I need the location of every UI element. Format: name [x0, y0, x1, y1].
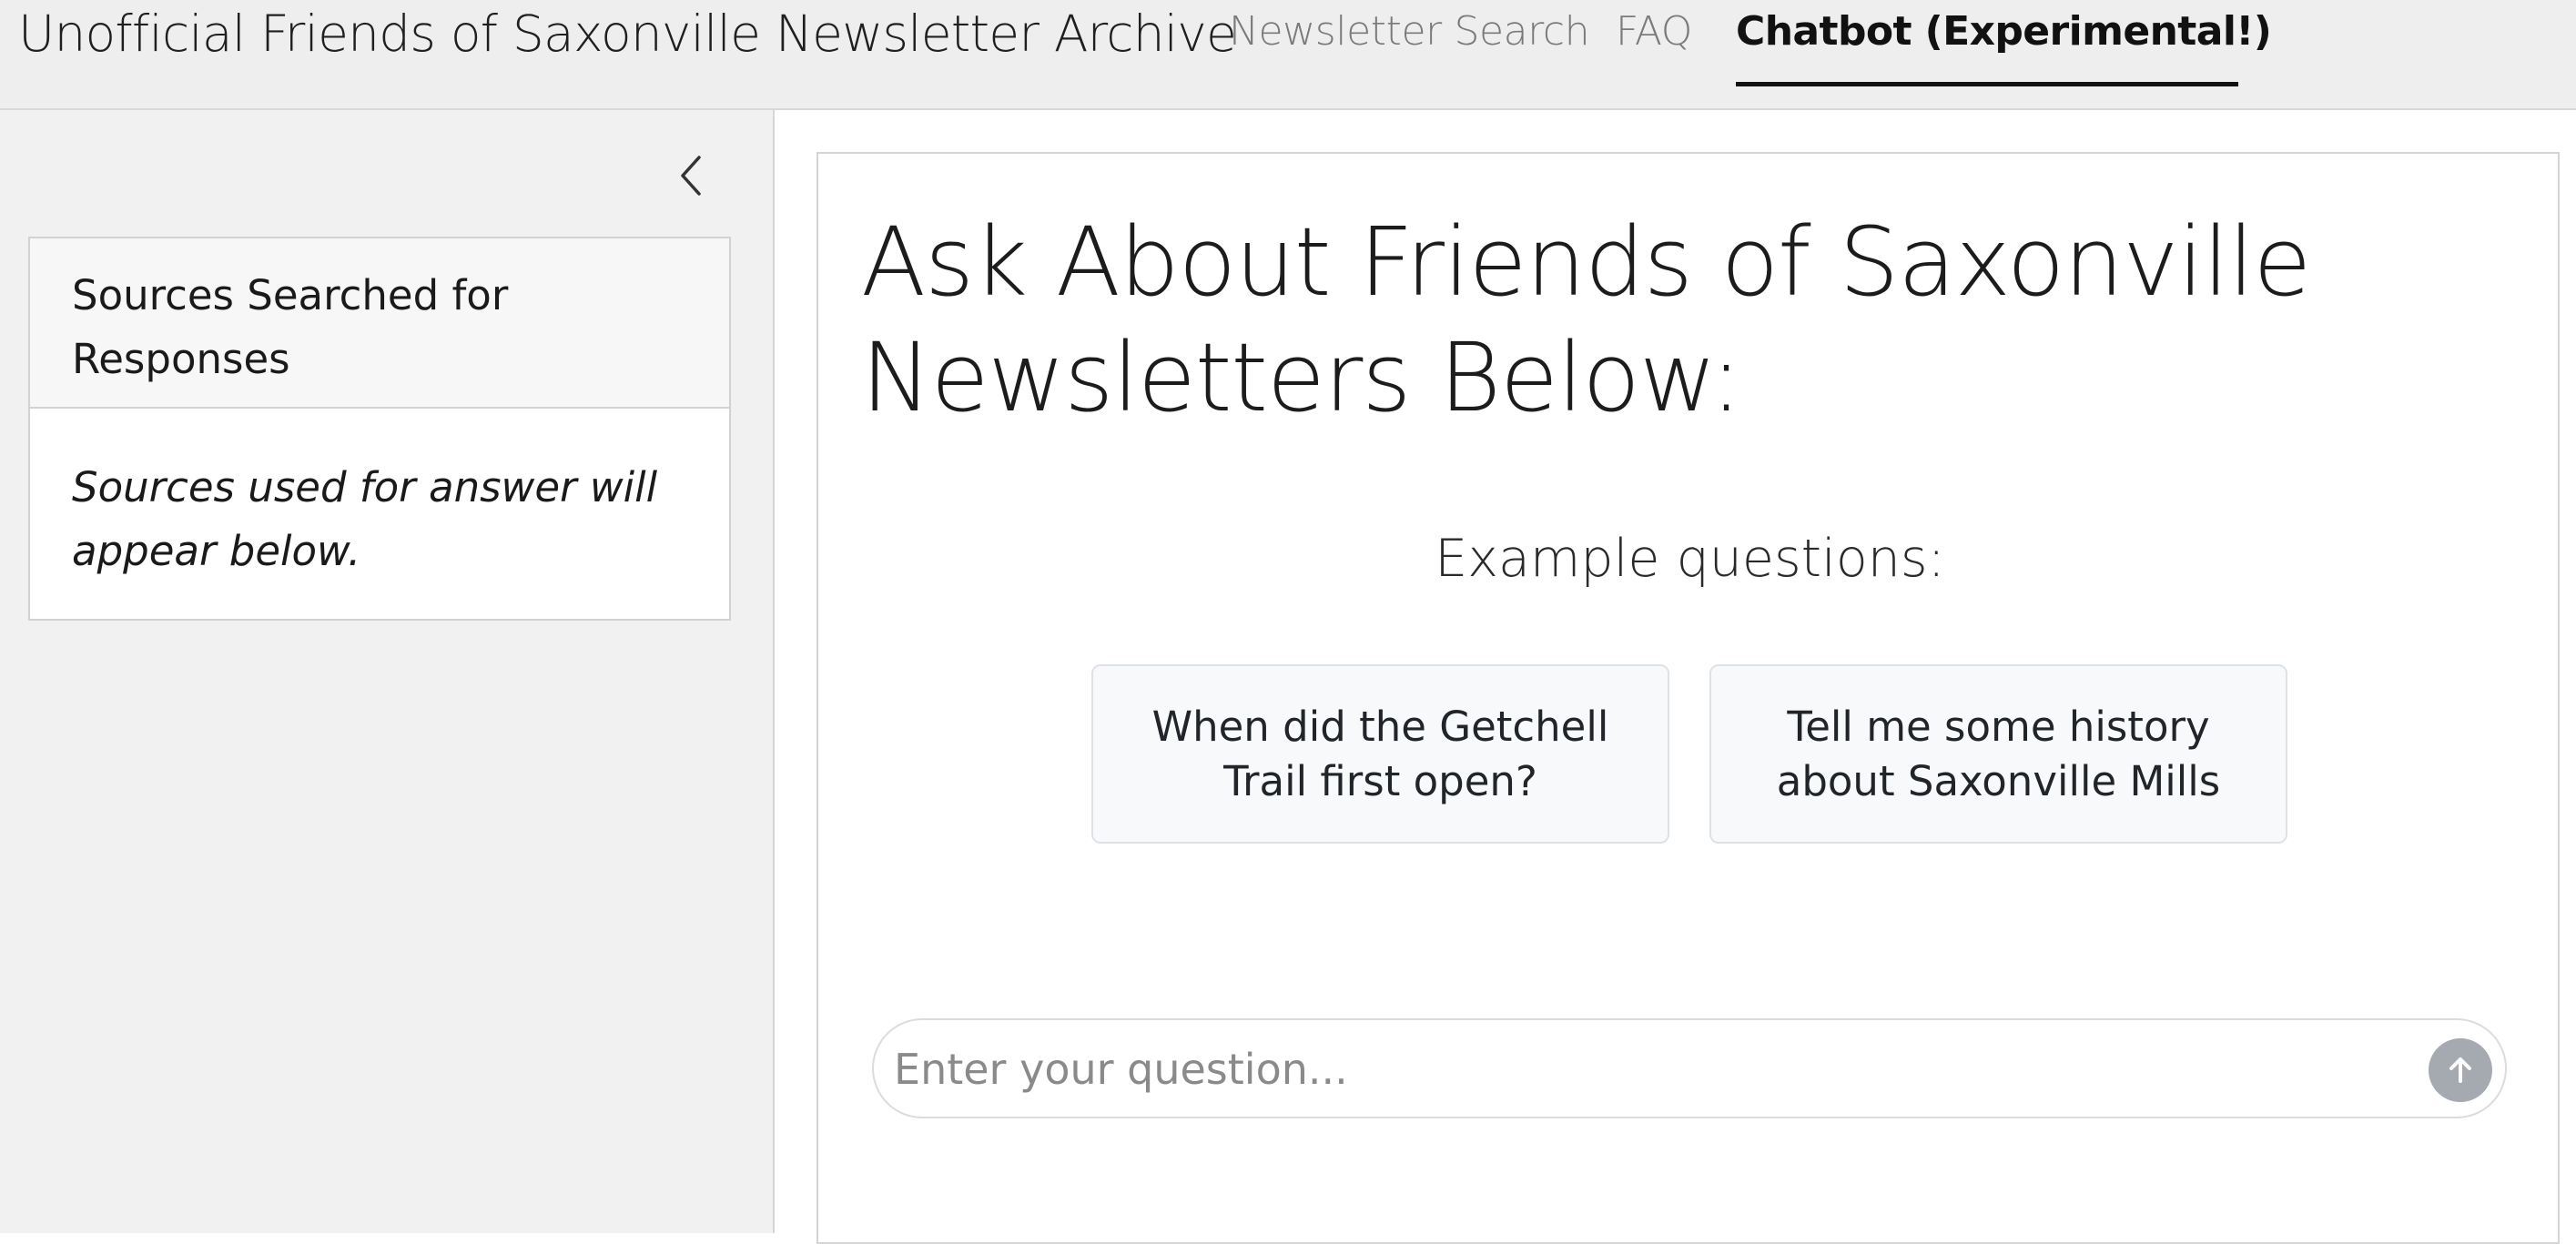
sources-sidebar: Sources Searched for Responses Sources u… [0, 110, 775, 1233]
arrow-up-icon [2449, 1057, 2471, 1083]
nav-link-newsletter-search[interactable]: Newsletter Search [1229, 2, 1590, 62]
question-bar [872, 1018, 2507, 1118]
example-question-button[interactable]: Tell me some history about Saxonville Mi… [1709, 664, 2287, 844]
sources-card-body: Sources used for answer will appear belo… [72, 463, 658, 575]
send-button[interactable] [2429, 1038, 2492, 1102]
chat-panel: Ask About Friends of Saxonville Newslett… [816, 152, 2560, 1244]
sources-card: Sources Searched for Responses Sources u… [28, 237, 731, 621]
question-input[interactable] [894, 1029, 2387, 1109]
example-questions-heading: Example questions: [1435, 529, 1945, 589]
nav-link-faq[interactable]: FAQ [1616, 2, 1692, 62]
site-title[interactable]: Unofficial Friends of Saxonville Newslet… [18, 2, 1237, 66]
sources-card-header: Sources Searched for Responses [30, 238, 729, 409]
nav-link-chatbot[interactable]: Chatbot (Experimental!) [1736, 2, 2272, 62]
collapse-sidebar-button[interactable] [672, 152, 712, 199]
example-question-button[interactable]: When did the Getchell Trail first open? [1091, 664, 1669, 844]
top-nav: Unofficial Friends of Saxonville Newslet… [0, 0, 2576, 110]
chevron-left-icon [681, 156, 701, 196]
page-title: Ask About Friends of Saxonville Newslett… [861, 207, 2311, 433]
active-tab-indicator [1736, 82, 2238, 86]
